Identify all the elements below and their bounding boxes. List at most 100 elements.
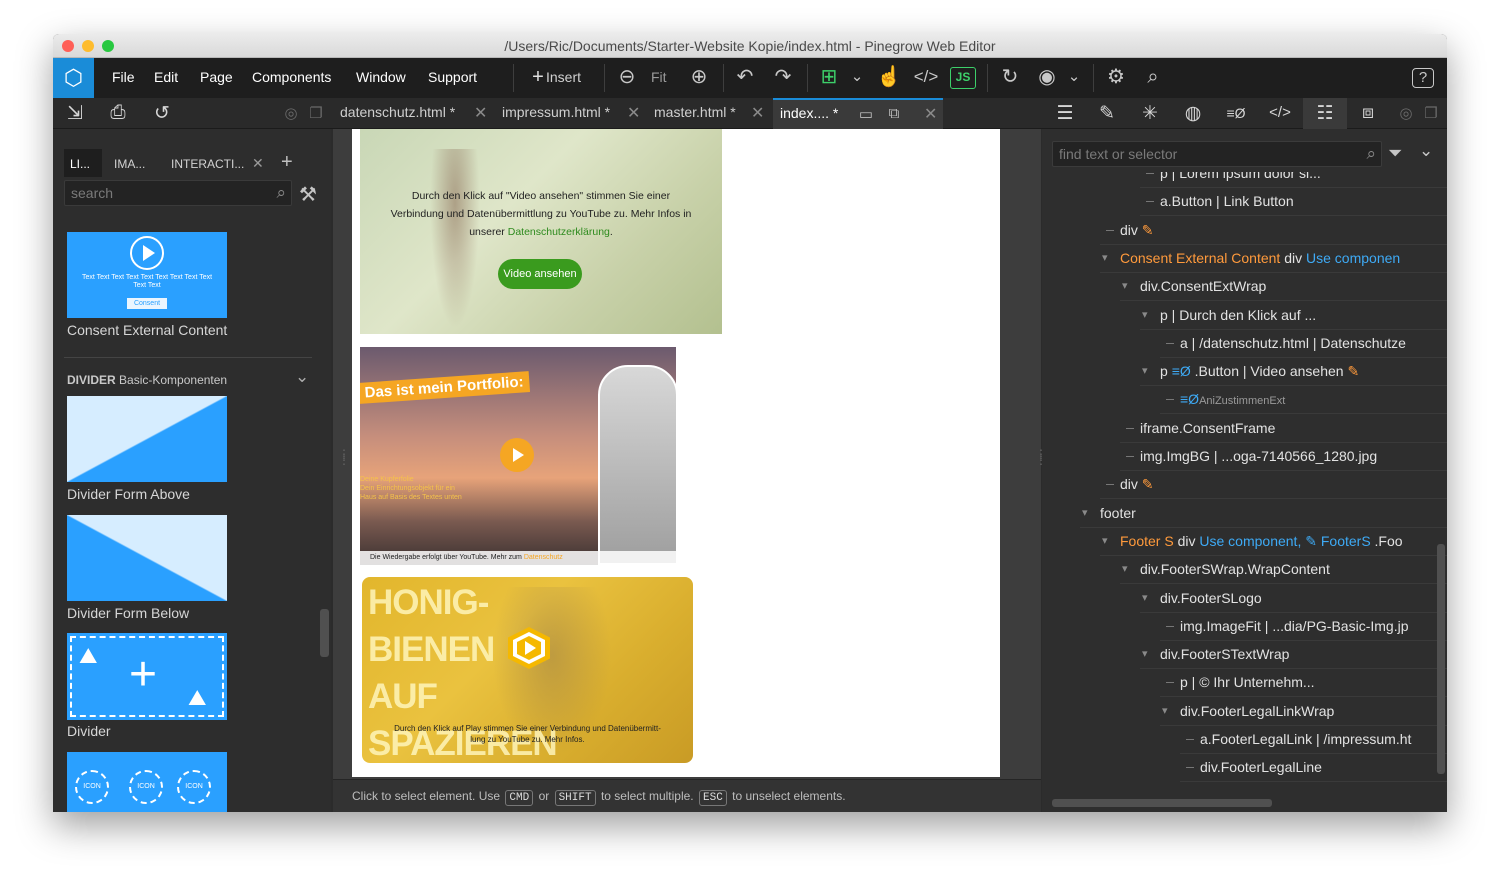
brush-icon[interactable]: ✎	[1138, 222, 1154, 238]
duplicate-view-icon[interactable]: ❐	[1419, 104, 1443, 122]
page-frame-icon[interactable]: ▭	[854, 105, 878, 123]
tree-row[interactable]: ▾ div.FooterSTextWrap	[1042, 641, 1447, 670]
zoom-in-icon[interactable]: ⊕	[686, 66, 712, 88]
undo-icon[interactable]: ↶	[732, 66, 758, 88]
library-scrollbar[interactable]	[320, 609, 329, 657]
tree-toggle-icon[interactable]: ▾	[1162, 704, 1168, 717]
import-icon[interactable]: ⇲	[63, 102, 87, 125]
close-tab-icon[interactable]: ✕	[246, 149, 270, 177]
menu-page[interactable]: Page	[200, 69, 233, 85]
tree-search-input[interactable]: find text or selector ⌕	[1052, 141, 1382, 167]
tree-row[interactable]: div.FooterLegalLine	[1042, 754, 1447, 783]
tree-row[interactable]: img.ImgBG | ...oga-7140566_1280.jpg	[1042, 443, 1447, 471]
menu-support[interactable]: Support	[428, 69, 477, 85]
search-icon[interactable]: ⌕	[1140, 66, 1166, 88]
tree-row[interactable]: img.ImageFit | ...dia/PG-Basic-Img.jp	[1042, 613, 1447, 641]
tab-impressum[interactable]: impressum.html *	[502, 104, 610, 120]
tree-row[interactable]: ▾ p | Durch den Klick auf ...	[1042, 302, 1447, 330]
chevron-down-icon[interactable]: ⌄	[844, 66, 870, 88]
tree-toggle-icon[interactable]: ▾	[1102, 251, 1108, 264]
tree-row[interactable]: ▾ div.FooterSLogo	[1042, 585, 1447, 613]
menu-window[interactable]: Window	[356, 69, 406, 85]
video-ansehen-button[interactable]: Video ansehen	[498, 259, 582, 289]
brush-icon[interactable]: ✎	[1344, 363, 1359, 379]
play-button-icon[interactable]	[500, 438, 534, 472]
preview-dropdown-icon[interactable]: ⌄	[1061, 66, 1087, 88]
library-icon[interactable]: ⧈	[1356, 102, 1380, 124]
tree-row[interactable]: div ✎	[1042, 217, 1447, 245]
tree-scrollbar[interactable]	[1437, 544, 1445, 774]
tree-row[interactable]: ▾ div.ConsentExtWrap	[1042, 273, 1447, 302]
tree-toggle-icon[interactable]: ▾	[1142, 647, 1148, 660]
style-brush-icon[interactable]: ✎	[1095, 102, 1119, 125]
reload-icon[interactable]: ↺	[150, 102, 174, 125]
theme-palette-icon[interactable]: ◍	[1181, 102, 1205, 125]
tree-row[interactable]: a.FooterLegalLink | /impressum.ht	[1042, 726, 1447, 754]
tab-index-active[interactable]: index.... * ▭ ⧉ ✕	[773, 98, 943, 129]
tree-toggle-icon[interactable]: ▾	[1102, 534, 1108, 547]
refresh-icon[interactable]: ↻	[997, 66, 1023, 88]
tree-row[interactable]: div ✎	[1042, 471, 1447, 500]
tree-toggle-icon[interactable]: ▾	[1142, 308, 1148, 321]
tree-toggle-icon[interactable]: ▾	[1142, 591, 1148, 604]
tab-master[interactable]: master.html *	[654, 104, 736, 120]
tree-row[interactable]: ▾ p ≡Ø .Button | Video ansehen ✎	[1042, 358, 1447, 387]
tools-icon[interactable]: ⚒	[299, 182, 317, 207]
page-layout-icon[interactable]: ⊞	[816, 66, 842, 88]
tree-toggle-icon[interactable]: ▾	[1082, 506, 1088, 519]
close-tab-icon[interactable]: ✕	[751, 103, 764, 123]
add-tab-icon[interactable]: +	[275, 149, 299, 177]
menu-edit[interactable]: Edit	[154, 69, 178, 85]
menu-components[interactable]: Components	[252, 69, 331, 85]
new-window-icon[interactable]: ⧉	[882, 105, 906, 122]
icon-card[interactable]: ICON ICON ICON	[67, 752, 227, 812]
honigbienen-video-block[interactable]: HONIG- BIENEN AUF SPAZIEREN Durch den Kl…	[362, 577, 693, 763]
tree-toggle-icon[interactable]: ▾	[1142, 364, 1148, 377]
zoom-out-icon[interactable]: ⊖	[614, 66, 640, 88]
divider-form-below-card[interactable]	[67, 515, 227, 601]
chevron-down-icon[interactable]: ⌄	[1419, 141, 1433, 161]
interactions-icon[interactable]: ≡Ø	[1224, 105, 1248, 121]
tree-row[interactable]: p | © Ihr Unternehm...	[1042, 669, 1447, 698]
settings-wheel-icon[interactable]: ⚙	[1103, 66, 1129, 88]
insert-button[interactable]: Insert	[546, 69, 581, 85]
consent-external-content-card[interactable]: Text Text Text Text Text Text Text Text …	[67, 232, 227, 318]
consent-video-block[interactable]: Durch den Klick auf "Video ansehen" stim…	[360, 129, 722, 334]
visibility-icon[interactable]: ◎	[1394, 104, 1418, 122]
fit-zoom-button[interactable]: Fit	[651, 69, 667, 85]
brush-icon[interactable]: ✎	[1138, 476, 1154, 492]
privacy-link[interactable]: Datenschutz	[524, 554, 563, 561]
divider-form-above-card[interactable]	[67, 396, 227, 482]
preview-eye-icon[interactable]: ◉	[1034, 66, 1060, 88]
tree-row[interactable]: ▾ footer	[1042, 500, 1447, 528]
tab-interactions[interactable]: INTERACTI...	[165, 149, 250, 177]
tree-row[interactable]: ▾ Footer S div Use component, ✎ FooterS .…	[1042, 528, 1447, 556]
tree-tab-active[interactable]: ☷	[1303, 98, 1347, 129]
library-search-input[interactable]: search ⌕	[64, 180, 292, 206]
chevron-down-icon[interactable]: ⌄	[295, 367, 309, 387]
duplicate-view-icon[interactable]: ❐	[304, 104, 328, 122]
tab-library[interactable]: LI...	[64, 149, 102, 177]
tab-datenschutz[interactable]: datenschutz.html *	[340, 104, 455, 120]
tree-toggle-icon[interactable]: ▾	[1122, 279, 1128, 292]
portfolio-video-block[interactable]: Das ist mein Portfolio: Deine Kupferfoli…	[360, 347, 676, 565]
tree-row[interactable]: iframe.ConsentFrame	[1042, 415, 1447, 443]
redo-icon[interactable]: ↷	[770, 66, 796, 88]
left-resize-handle[interactable]: ⋮ ⋮	[338, 448, 350, 466]
page-preview[interactable]: Durch den Klick auf "Video ansehen" stim…	[352, 129, 1000, 777]
menu-file[interactable]: File	[112, 69, 135, 85]
properties-icon[interactable]: ☰	[1053, 102, 1077, 125]
visibility-icon[interactable]: ◎	[279, 104, 303, 122]
help-icon[interactable]: ?	[1412, 68, 1434, 88]
divider-card[interactable]: ⛰ + ⛰	[67, 633, 227, 720]
pinegrow-logo-icon[interactable]: ⬡	[53, 58, 94, 98]
effects-icon[interactable]: ✳	[1138, 102, 1162, 125]
tree-row[interactable]: ▾ div.FooterSWrap.WrapContent	[1042, 556, 1447, 585]
privacy-link[interactable]: Datenschutzerklärung	[508, 226, 610, 238]
javascript-icon[interactable]: JS	[950, 67, 976, 89]
divider-section-header[interactable]: DIVIDER Basic-Komponenten	[67, 373, 227, 387]
tree-toggle-icon[interactable]: ▾	[1122, 562, 1128, 575]
tree-horizontal-scrollbar[interactable]	[1052, 799, 1272, 807]
tree-row[interactable]: ≡ØAniZustimmenExt	[1042, 386, 1447, 415]
tree-row[interactable]: a.Button | Link Button	[1042, 188, 1447, 217]
